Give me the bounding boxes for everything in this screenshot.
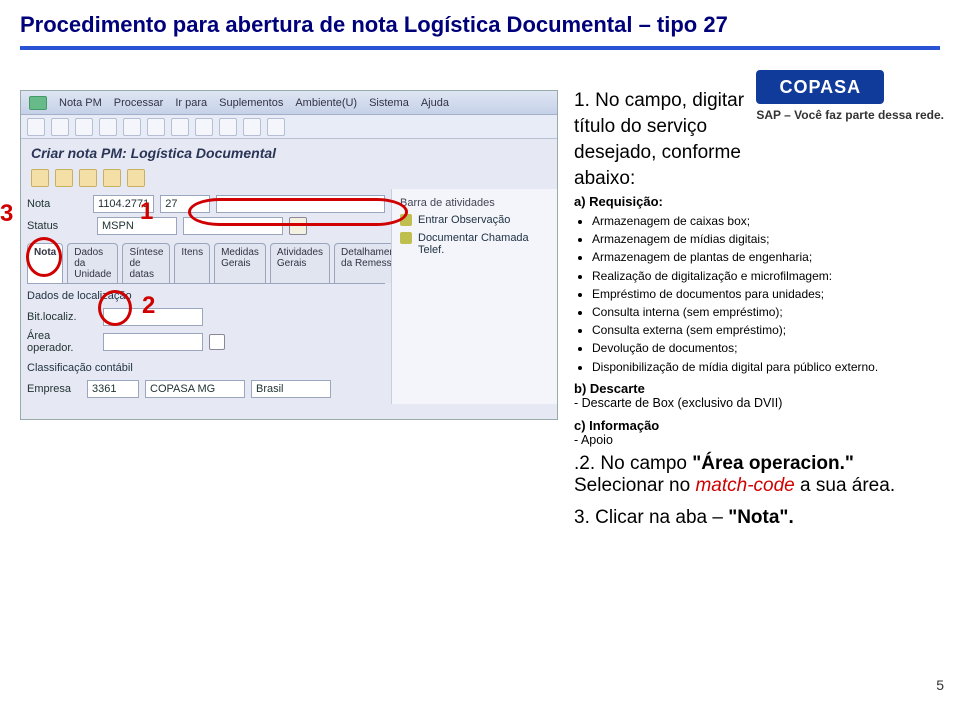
instructions-panel: 1. No campo, digitar título do serviço d… (558, 90, 918, 529)
toolbar-icon[interactable] (55, 169, 73, 187)
section-classificacao: Classificação contábil (27, 362, 385, 376)
menu-item[interactable]: Suplementos (219, 97, 283, 109)
toolbar-button[interactable] (267, 118, 285, 136)
step3-text: 3. Clicar na aba – "Nota". (574, 507, 918, 529)
descarte-heading: b) Descarte (574, 381, 918, 396)
title-underline (20, 46, 940, 50)
tab-itens[interactable]: Itens (174, 243, 210, 283)
sap-toolbar (21, 115, 557, 139)
list-item: Disponibilização de mídia digital para p… (592, 359, 918, 375)
page-number: 5 (936, 677, 944, 693)
step2-field: "Área operacion." (692, 453, 854, 474)
toolbar-button[interactable] (243, 118, 261, 136)
tab-atividades[interactable]: Atividades Gerais (270, 243, 330, 283)
toolbar-button[interactable] (171, 118, 189, 136)
toolbar-button[interactable] (27, 118, 45, 136)
toolbar-button[interactable] (123, 118, 141, 136)
menu-item[interactable]: Processar (114, 97, 164, 109)
label-bitloc: Bit.localiz. (27, 311, 97, 323)
descarte-line: - Descarte de Box (exclusivo da DVII) (574, 396, 918, 410)
annotation-label-2: 2 (142, 292, 155, 320)
info-icon[interactable] (289, 217, 307, 235)
informacao-line: - Apoio (574, 433, 918, 447)
label-area-op: Área operador. (27, 330, 97, 354)
toolbar-icon[interactable] (79, 169, 97, 187)
step3-tab: "Nota". (728, 507, 794, 528)
sap-menubar[interactable]: Nota PM Processar Ir para Suplementos Am… (21, 91, 557, 115)
requisicao-heading: a) Requisição: (574, 194, 918, 209)
tab-sintese-datas[interactable]: Síntese de datas (122, 243, 170, 283)
toolbar-button[interactable] (51, 118, 69, 136)
step2-matchcode: match-code (695, 475, 794, 496)
toolbar-button[interactable] (147, 118, 165, 136)
empresa-nome-input[interactable]: COPASA MG (145, 380, 245, 398)
step2-text: .2. No campo "Área operacion." Seleciona… (574, 453, 918, 497)
sidebar-item-observacao[interactable]: Entrar Observação (396, 211, 553, 229)
informacao-heading: c) Informação (574, 418, 918, 433)
list-item: Empréstimo de documentos para unidades; (592, 286, 918, 302)
sidebar-title: Barra de atividades (396, 195, 553, 211)
requisicao-list: Armazenagem de caixas box; Armazenagem d… (574, 213, 918, 375)
sap-window: Nota PM Processar Ir para Suplementos Am… (20, 90, 558, 420)
step2-d: a sua área. (795, 475, 895, 496)
tab-nota[interactable]: Nota (27, 243, 63, 283)
status-input[interactable]: MSPN (97, 217, 177, 235)
list-item: Consulta interna (sem empréstimo); (592, 304, 918, 320)
pais-input[interactable]: Brasil (251, 380, 331, 398)
step2-a: No campo (600, 453, 692, 474)
toolbar-icon[interactable] (31, 169, 49, 187)
sap-form: Nota 1104.2771 27 Status MSPN Nota Dados… (21, 189, 391, 404)
list-item: Armazenagem de mídias digitais; (592, 231, 918, 247)
menubutton-icon[interactable] (29, 96, 47, 110)
section-dados-localizacao: Dados de localização (27, 290, 385, 304)
page-title: Procedimento para abertura de nota Logís… (0, 0, 960, 40)
sidebar-item-chamada[interactable]: Documentar Chamada Telef. (396, 229, 553, 259)
sap-sidebar: Barra de atividades Entrar Observação Do… (391, 189, 557, 404)
tab-strip: Nota Dados da Unidade Síntese de datas I… (27, 243, 385, 284)
step3-a: 3. Clicar na aba – (574, 507, 728, 528)
tab-medidas[interactable]: Medidas Gerais (214, 243, 266, 283)
annotation-label-1: 1 (140, 198, 153, 226)
menu-item[interactable]: Ambiente(U) (295, 97, 357, 109)
label-nota: Nota (27, 198, 87, 210)
menu-item[interactable]: Ir para (175, 97, 207, 109)
sap-toolbar-2 (21, 167, 557, 189)
toolbar-button[interactable] (219, 118, 237, 136)
list-item: Realização de digitalização e microfilma… (592, 268, 918, 284)
empresa-cod-input[interactable]: 3361 (87, 380, 139, 398)
annotation-label-3: 3 (0, 200, 13, 228)
titulo-input[interactable] (216, 195, 385, 213)
list-item: Armazenagem de plantas de engenharia; (592, 249, 918, 265)
list-item: Armazenagem de caixas box; (592, 213, 918, 229)
toolbar-button[interactable] (99, 118, 117, 136)
toolbar-button[interactable] (75, 118, 93, 136)
label-status: Status (27, 220, 91, 232)
toolbar-icon[interactable] (127, 169, 145, 187)
brand-block: COPASA SAP – Você faz parte dessa rede. (756, 70, 944, 122)
toolbar-icon[interactable] (103, 169, 121, 187)
label-empresa: Empresa (27, 383, 81, 395)
status2-input[interactable] (183, 217, 283, 235)
step1-line: desejado, conforme (574, 142, 918, 164)
menu-item[interactable]: Sistema (369, 97, 409, 109)
copasa-logo: COPASA (756, 70, 884, 104)
tab-dados-unidade[interactable]: Dados da Unidade (67, 243, 118, 283)
area-op-input[interactable] (103, 333, 203, 351)
sap-tagline: SAP – Você faz parte dessa rede. (756, 108, 944, 122)
tipo-input[interactable]: 27 (160, 195, 209, 213)
toolbar-button[interactable] (195, 118, 213, 136)
step2-c: Selecionar no (574, 475, 695, 496)
menu-item[interactable]: Ajuda (421, 97, 449, 109)
sap-screen-title: Criar nota PM: Logística Documental (21, 139, 557, 167)
list-item: Consulta externa (sem empréstimo); (592, 322, 918, 338)
matchcode-icon[interactable] (209, 334, 225, 350)
menu-item[interactable]: Nota PM (59, 97, 102, 109)
step2-num: .2. (574, 453, 600, 474)
step1-line: abaixo: (574, 168, 918, 190)
list-item: Devolução de documentos; (592, 340, 918, 356)
